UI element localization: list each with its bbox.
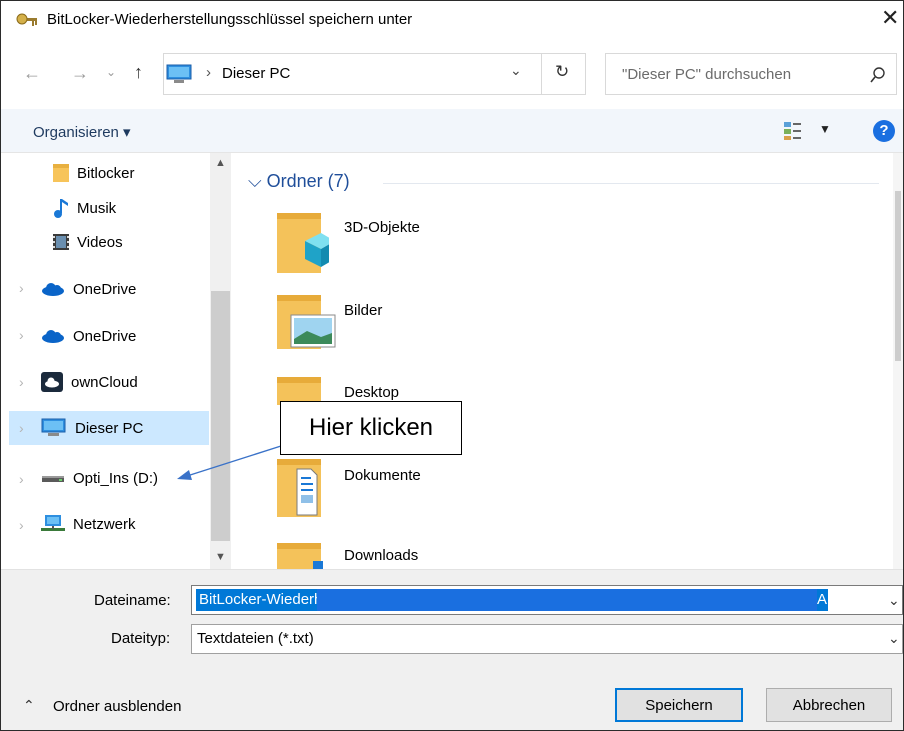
nav-item-network[interactable]: Netzwerk xyxy=(41,508,206,540)
filetype-label: Dateityp: xyxy=(111,630,171,647)
title-bar: BitLocker-Wiederherstellungsschlüssel sp… xyxy=(1,1,903,41)
3d-objects-folder-icon xyxy=(277,213,329,273)
group-collapse-chevron-icon: ⌵ xyxy=(248,171,267,191)
content-scroll-thumb[interactable] xyxy=(895,191,901,361)
nav-item-label: Bitlocker xyxy=(77,164,135,182)
this-pc-icon xyxy=(166,64,192,83)
view-options-icon[interactable] xyxy=(783,121,803,141)
bitlocker-key-icon xyxy=(16,13,37,26)
forward-arrow-icon[interactable]: → xyxy=(71,63,89,84)
cancel-button[interactable]: Abbrechen xyxy=(766,688,892,722)
filename-dropdown-chevron-icon[interactable]: ⌄ xyxy=(888,592,900,609)
owncloud-icon xyxy=(41,372,63,392)
cloud-icon xyxy=(42,330,64,343)
nav-item-label: Musik xyxy=(77,199,117,217)
breadcrumb-path[interactable]: Dieser PC xyxy=(222,65,290,82)
help-icon[interactable]: ? xyxy=(873,120,895,142)
nav-item-label: OneDrive xyxy=(73,327,137,345)
search-icon[interactable] xyxy=(870,67,886,83)
scroll-up-arrow-icon[interactable]: ▲ xyxy=(215,157,226,169)
nav-item-label: OneDrive xyxy=(73,280,137,298)
save-button[interactable]: Speichern xyxy=(615,688,743,722)
group-divider xyxy=(383,183,879,184)
nav-item-label: Netzwerk xyxy=(73,515,136,533)
folder-label: Desktop xyxy=(344,384,400,401)
filetype-dropdown-chevron-icon[interactable]: ⌄ xyxy=(888,630,900,647)
view-dropdown-icon[interactable]: ▼ xyxy=(819,122,831,136)
nav-item-label: ownCloud xyxy=(71,373,138,391)
nav-item-label: Dieser PC xyxy=(75,419,144,437)
folder-item-3d-objects[interactable]: 3D-Objekte xyxy=(273,211,473,283)
group-title: Ordner (7) xyxy=(266,171,350,191)
folder-item-documents[interactable]: Dokumente xyxy=(273,457,473,523)
downloads-folder-icon xyxy=(277,543,323,569)
nav-item-owncloud[interactable]: ownCloud xyxy=(41,366,206,398)
cloud-icon xyxy=(42,283,64,296)
video-icon xyxy=(53,234,69,250)
refresh-button[interactable]: ↻ xyxy=(541,53,586,95)
window-title: BitLocker-Wiederherstellungsschlüssel sp… xyxy=(47,11,413,28)
filetype-value: Textdateien (*.txt) xyxy=(197,630,314,647)
nav-item-this-pc[interactable]: Dieser PC xyxy=(41,412,206,444)
filetype-select[interactable]: Textdateien (*.txt) ⌄ xyxy=(191,624,903,654)
address-dropdown-chevron-icon[interactable]: ⌄ xyxy=(510,62,522,79)
save-as-dialog: BitLocker-Wiederherstellungsschlüssel sp… xyxy=(0,0,904,731)
folder-label: 3D-Objekte xyxy=(344,219,420,236)
nav-item-bitlocker[interactable]: Bitlocker xyxy=(53,157,203,189)
scroll-down-arrow-icon[interactable]: ▼ xyxy=(215,551,226,563)
expand-chevron-icon[interactable]: › xyxy=(19,517,24,533)
this-pc-icon xyxy=(41,418,66,436)
filename-tail-text: A xyxy=(817,591,828,608)
expand-chevron-icon[interactable]: › xyxy=(19,327,24,343)
expand-chevron-icon[interactable]: › xyxy=(19,280,24,296)
organize-menu-button[interactable]: Organisieren ▾ xyxy=(33,123,131,141)
close-icon[interactable]: ✕ xyxy=(881,5,899,31)
redaction-block xyxy=(317,589,817,611)
pictures-folder-icon xyxy=(277,295,336,349)
up-arrow-icon[interactable]: ↑ xyxy=(134,62,143,83)
folder-item-pictures[interactable]: Bilder xyxy=(273,293,473,357)
address-bar[interactable]: › Dieser PC ⌄ xyxy=(163,53,586,95)
drive-icon xyxy=(42,476,64,482)
music-icon xyxy=(54,199,68,218)
recent-locations-chevron-icon[interactable]: ⌄ xyxy=(106,65,116,79)
folder-icon xyxy=(53,164,69,182)
nav-pane-scroll-thumb[interactable] xyxy=(211,291,230,541)
group-header-folders[interactable]: ⌵ Ordner (7) xyxy=(248,171,350,192)
nav-item-onedrive[interactable]: OneDrive xyxy=(41,273,206,305)
folder-label: Bilder xyxy=(344,302,383,319)
folder-label: Dokumente xyxy=(344,467,421,484)
nav-item-label: Opti_Ins (D:) xyxy=(73,469,159,487)
nav-item-onedrive-2[interactable]: OneDrive xyxy=(41,320,206,352)
navigation-pane: Bitlocker Musik Videos › OneDrive › OneD… xyxy=(1,153,231,569)
search-box[interactable]: "Dieser PC" durchsuchen xyxy=(605,53,897,95)
expand-chevron-icon[interactable]: › xyxy=(19,420,24,436)
hide-folders-link[interactable]: Ordner ausblenden xyxy=(53,698,181,715)
search-placeholder: "Dieser PC" durchsuchen xyxy=(622,66,792,83)
callout-box: Hier klicken xyxy=(280,401,462,455)
back-arrow-icon[interactable]: ← xyxy=(23,63,41,84)
command-bar: Organisieren ▾ ▼ ? xyxy=(1,109,903,153)
nav-item-label: Videos xyxy=(77,233,123,251)
folder-label: Downloads xyxy=(344,547,419,564)
breadcrumb-separator-icon: › xyxy=(206,64,211,81)
collapse-chevron-icon[interactable]: ⌃ xyxy=(23,697,35,714)
folder-item-downloads[interactable]: Downloads xyxy=(273,539,473,569)
expand-chevron-icon[interactable]: › xyxy=(19,374,24,390)
expand-chevron-icon[interactable]: › xyxy=(19,471,24,487)
callout-arrow xyxy=(177,445,282,480)
filename-label: Dateiname: xyxy=(94,592,171,609)
nav-item-videos[interactable]: Videos xyxy=(53,226,203,258)
refresh-icon: ↻ xyxy=(555,62,570,81)
nav-item-music[interactable]: Musik xyxy=(53,192,203,224)
network-icon xyxy=(41,515,65,531)
